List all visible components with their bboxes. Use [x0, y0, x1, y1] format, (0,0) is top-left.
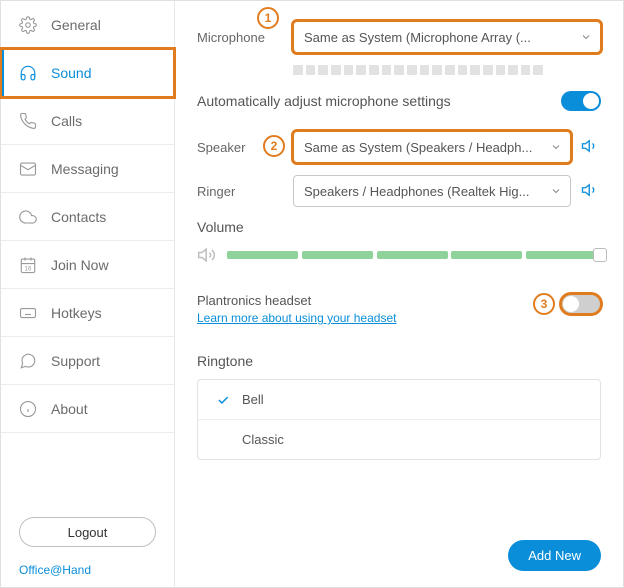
- sidebar-item-label: Hotkeys: [51, 305, 102, 321]
- sidebar-item-label: Contacts: [51, 209, 106, 225]
- ringtone-list: Bell Classic: [197, 379, 601, 460]
- headset-row: Plantronics headset Learn more about usi…: [197, 293, 601, 325]
- volume-icon: [197, 245, 217, 265]
- sidebar-item-about[interactable]: About: [1, 385, 174, 433]
- info-icon: [19, 400, 37, 418]
- microphone-label: Microphone: [197, 30, 283, 45]
- volume-label: Volume: [197, 219, 601, 235]
- ringer-test-icon[interactable]: [581, 181, 601, 201]
- add-new-button[interactable]: Add New: [508, 540, 601, 571]
- microphone-dropdown[interactable]: Same as System (Microphone Array (...: [293, 21, 601, 53]
- envelope-icon: [19, 160, 37, 178]
- volume-slider[interactable]: [197, 245, 601, 265]
- keyboard-icon: [19, 304, 37, 322]
- sidebar-item-label: Support: [51, 353, 100, 369]
- headset-label: Plantronics headset: [197, 293, 396, 308]
- sidebar-item-label: Join Now: [51, 257, 109, 273]
- logout-button[interactable]: Logout: [19, 517, 156, 547]
- headset-info: Plantronics headset Learn more about usi…: [197, 293, 396, 325]
- volume-knob[interactable]: [593, 248, 607, 262]
- headset-toggle[interactable]: [561, 294, 601, 314]
- sidebar-item-label: Calls: [51, 113, 82, 129]
- auto-adjust-row: Automatically adjust microphone settings: [197, 91, 601, 111]
- phone-icon: [19, 112, 37, 130]
- chevron-down-icon: [550, 141, 562, 153]
- auto-adjust-toggle[interactable]: [561, 91, 601, 111]
- speaker-dropdown[interactable]: Same as System (Speakers / Headph...: [293, 131, 571, 163]
- callout-3: 3: [533, 293, 555, 315]
- ringtone-item-classic[interactable]: Classic: [198, 420, 600, 459]
- sidebar-item-contacts[interactable]: Contacts: [1, 193, 174, 241]
- headset-toggle-wrap: 3: [533, 293, 601, 315]
- ringer-value: Speakers / Headphones (Realtek Hig...: [304, 184, 529, 199]
- sidebar-item-general[interactable]: General: [1, 1, 174, 49]
- sidebar-list: General Sound Calls Messaging: [1, 1, 174, 503]
- ringtone-label: Ringtone: [197, 353, 601, 369]
- microphone-row: Microphone Same as System (Microphone Ar…: [197, 21, 601, 53]
- sidebar-item-support[interactable]: Support: [1, 337, 174, 385]
- speaker-test-icon[interactable]: [581, 137, 601, 157]
- sound-settings-panel: Microphone Same as System (Microphone Ar…: [175, 1, 623, 587]
- ringer-label: Ringer: [197, 184, 283, 199]
- auto-adjust-label: Automatically adjust microphone settings: [197, 93, 451, 109]
- chevron-down-icon: [550, 185, 562, 197]
- mic-level-meter: [293, 65, 543, 75]
- calendar-icon: 16: [19, 256, 37, 274]
- settings-window: General Sound Calls Messaging: [0, 0, 624, 588]
- speaker-value: Same as System (Speakers / Headph...: [304, 140, 532, 155]
- sidebar-item-messaging[interactable]: Messaging: [1, 145, 174, 193]
- ringtone-item-label: Classic: [242, 432, 284, 447]
- sidebar-item-calls[interactable]: Calls: [1, 97, 174, 145]
- headset-learn-more-link[interactable]: Learn more about using your headset: [197, 311, 396, 325]
- callout-2: 2: [263, 135, 285, 157]
- check-icon: [216, 393, 230, 407]
- sidebar-item-label: General: [51, 17, 101, 33]
- microphone-value: Same as System (Microphone Array (...: [304, 30, 531, 45]
- ringer-dropdown[interactable]: Speakers / Headphones (Realtek Hig...: [293, 175, 571, 207]
- speaker-row: Speaker Same as System (Speakers / Headp…: [197, 131, 601, 163]
- sidebar-item-label: About: [51, 401, 88, 417]
- sidebar-item-hotkeys[interactable]: Hotkeys: [1, 289, 174, 337]
- cloud-icon: [19, 208, 37, 226]
- ringtone-item-label: Bell: [242, 392, 264, 407]
- brand-link[interactable]: Office@Hand: [1, 557, 174, 587]
- svg-text:16: 16: [25, 266, 32, 272]
- sidebar-bottom: Logout: [1, 503, 174, 557]
- volume-track[interactable]: [227, 251, 601, 259]
- gear-icon: [19, 16, 37, 34]
- sidebar: General Sound Calls Messaging: [1, 1, 175, 587]
- sidebar-item-label: Sound: [51, 65, 91, 81]
- chevron-down-icon: [580, 31, 592, 43]
- chat-icon: [19, 352, 37, 370]
- ringtone-item-bell[interactable]: Bell: [198, 380, 600, 420]
- sidebar-item-sound[interactable]: Sound: [1, 49, 174, 97]
- sidebar-item-join-now[interactable]: 16 Join Now: [1, 241, 174, 289]
- callout-1: 1: [257, 7, 279, 29]
- ringer-row: Ringer Speakers / Headphones (Realtek Hi…: [197, 175, 601, 207]
- sidebar-item-label: Messaging: [51, 161, 119, 177]
- headphones-icon: [19, 64, 37, 82]
